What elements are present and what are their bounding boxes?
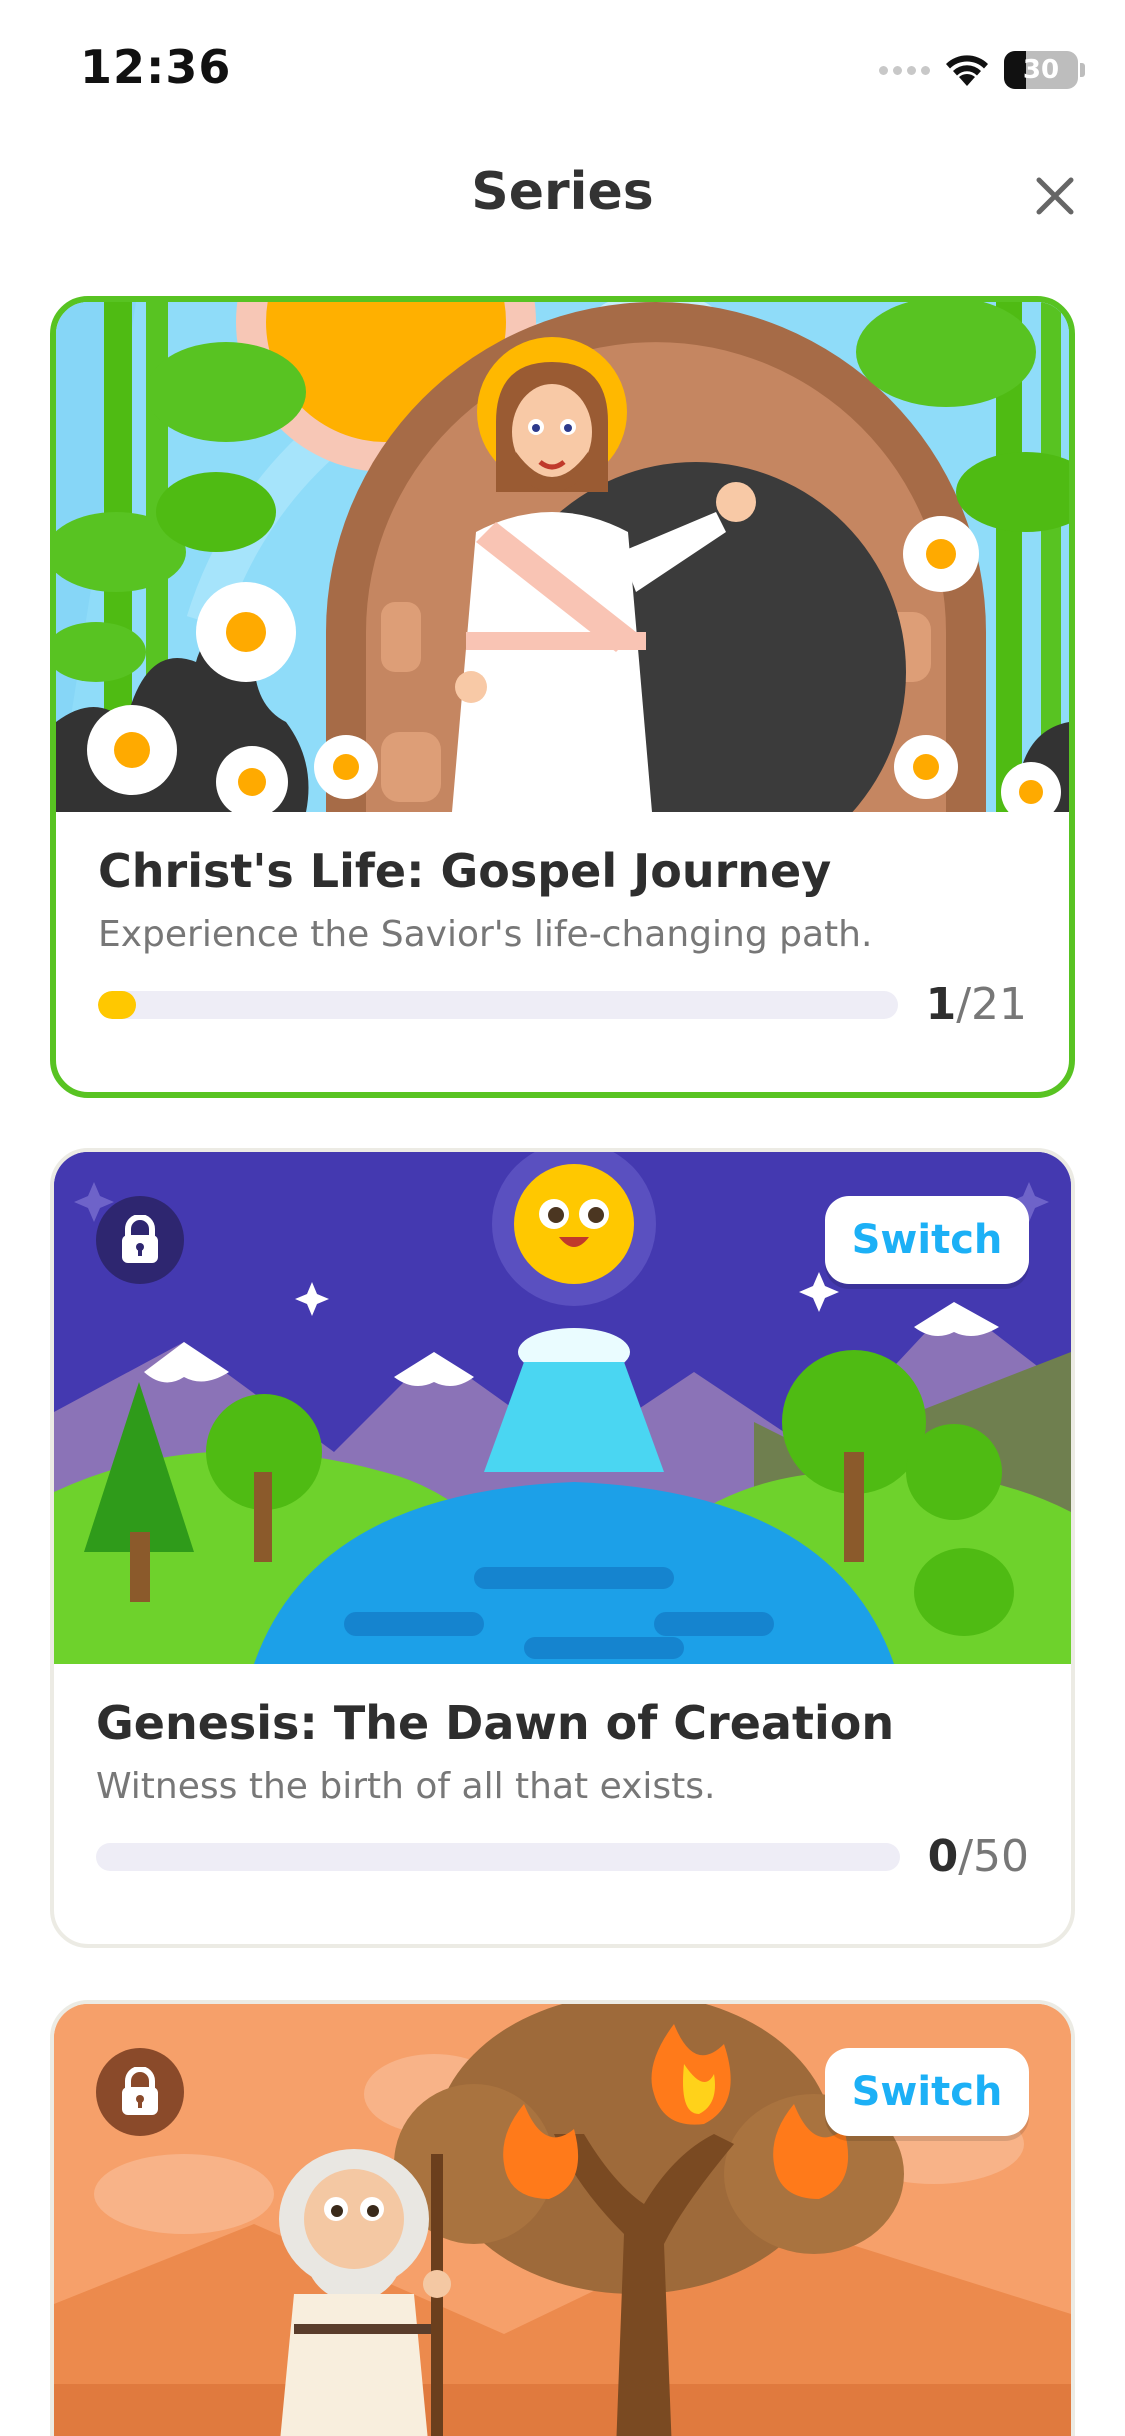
switch-button[interactable]: Switch — [825, 2048, 1029, 2136]
lock-icon — [122, 2067, 158, 2115]
progress-count: 0/50 — [927, 1831, 1029, 1882]
lock-badge — [96, 2048, 184, 2136]
lock-icon — [122, 1215, 158, 1263]
status-icons: 30 — [879, 48, 1085, 92]
progress-bar — [98, 990, 898, 1019]
wifi-icon — [946, 55, 988, 86]
status-bar: 12:36 30 — [0, 0, 1125, 130]
series-title: Genesis: The Dawn of Creation — [96, 1696, 895, 1750]
series-card-moses[interactable]: Switch — [50, 2000, 1075, 2436]
header: Series — [0, 150, 1125, 240]
close-button[interactable] — [1025, 166, 1085, 226]
series-illustration-burning-bush: Switch — [54, 2004, 1071, 2436]
close-icon — [1036, 177, 1074, 215]
series-subtitle: Witness the birth of all that exists. — [96, 1766, 716, 1807]
switch-button[interactable]: Switch — [825, 1196, 1029, 1284]
signal-dots-icon — [879, 65, 930, 75]
series-card-genesis[interactable]: Switch Genesis: The Dawn of Creation Wit… — [50, 1148, 1075, 1948]
progress-fill — [98, 990, 137, 1019]
progress-bar — [96, 1842, 900, 1871]
progress-count: 1/21 — [925, 979, 1027, 1030]
series-illustration-jesus-tomb — [56, 302, 1069, 812]
page-title: Series — [471, 162, 654, 222]
battery-level: 30 — [1022, 55, 1060, 85]
battery-icon: 30 — [1004, 51, 1078, 89]
series-subtitle: Experience the Savior's life-changing pa… — [98, 914, 873, 955]
series-card-christs-life[interactable]: Christ's Life: Gospel Journey Experience… — [50, 296, 1075, 1098]
lock-badge — [96, 1196, 184, 1284]
series-illustration-creation: Switch — [54, 1152, 1071, 1664]
series-title: Christ's Life: Gospel Journey — [98, 844, 832, 898]
status-time: 12:36 — [80, 40, 232, 94]
